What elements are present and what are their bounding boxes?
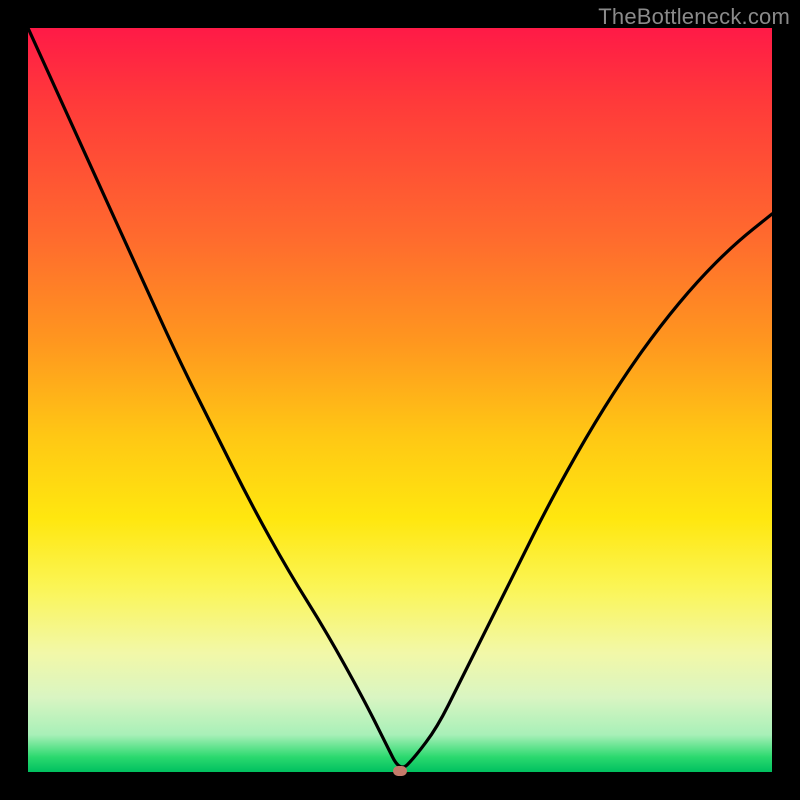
bottleneck-curve	[28, 28, 772, 772]
optimum-marker	[393, 766, 407, 776]
watermark-text: TheBottleneck.com	[598, 4, 790, 30]
plot-area	[28, 28, 772, 772]
curve-path	[28, 28, 772, 767]
chart-frame: TheBottleneck.com	[0, 0, 800, 800]
